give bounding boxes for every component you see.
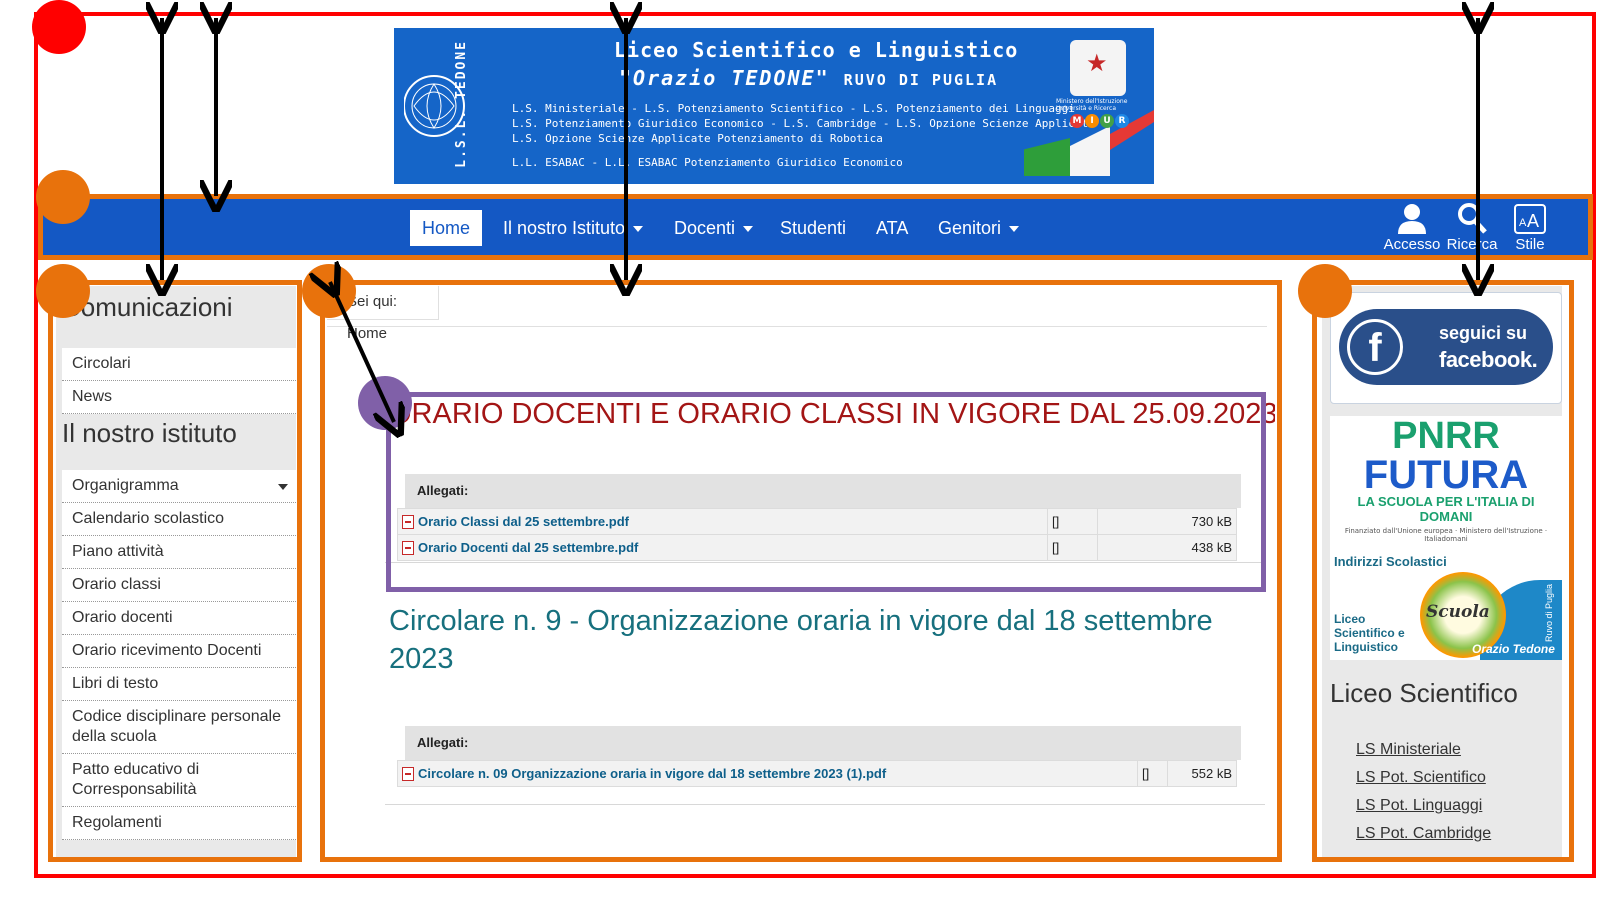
- annotation-arrows: [0, 0, 1600, 900]
- spacing-arrow: [330, 282, 394, 422]
